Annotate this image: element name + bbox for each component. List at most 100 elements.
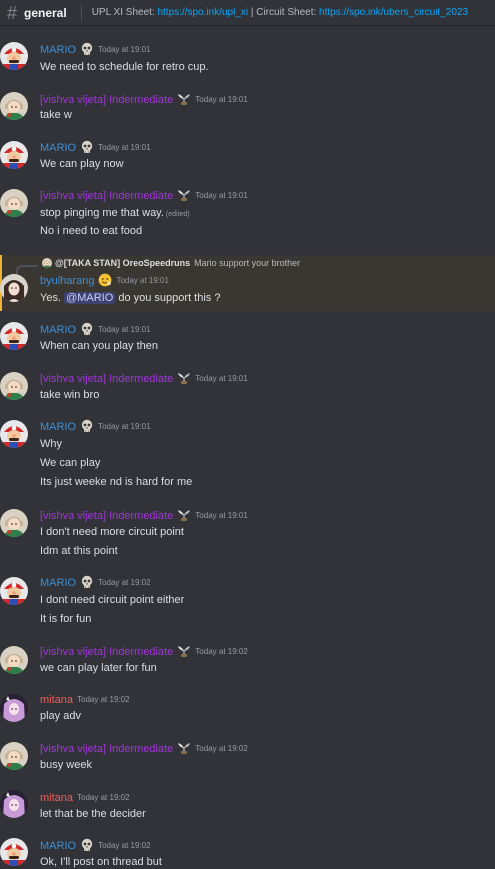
username[interactable]: [vishva vijeta] Indermediate — [40, 372, 173, 386]
message-text-before: Yes. — [40, 292, 65, 304]
avatar[interactable] — [0, 694, 28, 722]
message: MARIO Today at 19:01 We can play now — [0, 124, 495, 172]
avatar[interactable] — [0, 372, 28, 400]
username[interactable]: mitana — [40, 693, 73, 707]
topic-link-circuit[interactable]: https://spo.ink/ubers_circuit_2023 — [319, 7, 468, 18]
face-emoji-icon — [98, 273, 112, 290]
plant-icon — [177, 372, 191, 387]
message-header: MARIO Today at 19:02 — [40, 576, 151, 590]
message-header: MARIO Today at 19:01 — [40, 141, 151, 155]
message-text: We can play now — [40, 158, 124, 170]
avatar[interactable] — [0, 420, 28, 448]
topic-separator: | — [248, 7, 257, 18]
avatar[interactable] — [0, 742, 28, 770]
avatar[interactable] — [0, 92, 28, 120]
message: [vishva vijeta] Indermediate Today at 19… — [0, 358, 495, 406]
channel-topic: UPL XI Sheet: https://spo.ink/upl_xi | C… — [92, 7, 468, 18]
timestamp: Today at 19:01 — [116, 276, 169, 285]
message-text: we can play later for fun — [40, 662, 157, 674]
avatar[interactable] — [0, 189, 28, 217]
avatar[interactable] — [0, 322, 28, 350]
message: mitana Today at 19:02 play adv — [0, 692, 495, 740]
username[interactable]: [vishva vijeta] Indermediate — [40, 189, 173, 203]
message-header: mitana Today at 19:02 — [40, 791, 130, 805]
channel-header: # general UPL XI Sheet: https://spo.ink/… — [0, 0, 495, 26]
username[interactable]: [vishva vijeta] Indermediate — [40, 645, 173, 659]
topic-label-upl: UPL XI Sheet: — [91, 7, 158, 18]
username[interactable]: MARIO — [40, 43, 76, 57]
message-text-content: stop pinging me that way. — [40, 207, 164, 219]
timestamp: Today at 19:02 — [195, 647, 248, 656]
channel-name: general — [24, 5, 67, 20]
username[interactable]: byulharang — [40, 274, 94, 288]
timestamp: Today at 19:02 — [98, 578, 151, 587]
hashtag-icon: # — [6, 2, 17, 23]
timestamp: Today at 19:01 — [98, 325, 151, 334]
timestamp: Today at 19:02 — [195, 744, 248, 753]
header-divider — [80, 4, 82, 21]
skull-icon — [80, 419, 94, 436]
reply-text: Mario support your brother — [194, 258, 301, 268]
message-text: I dont need circuit point either — [40, 594, 185, 606]
message-text: We can play — [40, 457, 101, 469]
skull-icon — [80, 838, 94, 855]
reply-preview[interactable]: @[TAKA STAN] OreoSpeedruns Mario support… — [42, 258, 300, 268]
avatar[interactable] — [0, 274, 28, 302]
timestamp: Today at 19:02 — [77, 695, 130, 704]
timestamp: Today at 19:02 — [98, 841, 151, 850]
username[interactable]: MARIO — [40, 141, 76, 155]
timestamp: Today at 19:01 — [195, 191, 248, 200]
message: MARIO Today at 19:02 I dont need circuit… — [0, 575, 495, 645]
reply-author[interactable]: @[TAKA STAN] OreoSpeedruns — [55, 258, 190, 268]
username[interactable]: [vishva vijeta] Indermediate — [40, 93, 173, 107]
avatar[interactable] — [0, 141, 28, 169]
avatar[interactable] — [0, 838, 28, 866]
topic-link-upl[interactable]: https://spo.ink/upl_xi — [157, 7, 248, 18]
message-text: When can you play then — [40, 340, 159, 352]
username[interactable]: [vishva vijeta] Indermediate — [40, 509, 173, 523]
timestamp: Today at 19:02 — [77, 793, 130, 802]
reply-avatar — [42, 258, 52, 268]
avatar[interactable] — [0, 790, 28, 818]
message-header: [vishva vijeta] Indermediate Today at 19… — [40, 645, 248, 659]
message-text: It is for fun — [40, 613, 92, 625]
message-header: MARIO Today at 19:01 — [40, 420, 151, 434]
avatar[interactable] — [0, 42, 28, 70]
avatar[interactable] — [0, 509, 28, 537]
user-mention[interactable]: @MARIO — [64, 292, 116, 304]
message-header: MARIO Today at 19:01 — [40, 323, 151, 337]
skull-icon — [80, 575, 94, 592]
username[interactable]: MARIO — [40, 323, 76, 337]
timestamp: Today at 19:01 — [98, 45, 151, 54]
username[interactable]: MARIO — [40, 576, 76, 590]
avatar[interactable] — [0, 646, 28, 674]
message-reply-highlighted: @[TAKA STAN] OreoSpeedruns Mario support… — [0, 255, 495, 311]
timestamp: Today at 19:01 — [195, 374, 248, 383]
message-text: I don't need more circuit point — [40, 526, 184, 538]
topic-label-circuit: Circuit Sheet: — [256, 7, 320, 18]
message-header: MARIO Today at 19:02 — [40, 839, 151, 853]
message-text: Yes. @MARIO do you support this ? — [40, 291, 220, 305]
message-header: [vishva vijeta] Indermediate Today at 19… — [40, 742, 248, 756]
message: [vishva vijeta] Indermediate Today at 19… — [0, 172, 495, 242]
username[interactable]: mitana — [40, 791, 73, 805]
message-text: We need to schedule for retro cup. — [40, 61, 209, 73]
message-text: take w — [40, 109, 72, 121]
message: [vishva vijeta] Indermediate Today at 19… — [0, 507, 495, 575]
avatar[interactable] — [0, 577, 28, 605]
message-text: No i need to eat food — [40, 225, 143, 237]
username[interactable]: MARIO — [40, 839, 76, 853]
message-list: MARIO Today at 19:01 We need to schedule… — [0, 26, 495, 868]
plant-icon — [177, 189, 191, 204]
message: MARIO Today at 19:01 Why We can play Its… — [0, 407, 495, 507]
timestamp: Today at 19:01 — [195, 95, 248, 104]
message-text: Idm at this point — [40, 545, 118, 557]
username[interactable]: [vishva vijeta] Indermediate — [40, 742, 173, 756]
reply-connector — [16, 265, 38, 275]
timestamp: Today at 19:01 — [98, 422, 151, 431]
plant-icon — [177, 93, 191, 108]
message: [vishva vijeta] Indermediate Today at 19… — [0, 740, 495, 788]
message-text: play adv — [40, 710, 81, 722]
message-header: byulharang Today at 19:01 — [40, 274, 169, 288]
username[interactable]: MARIO — [40, 420, 76, 434]
